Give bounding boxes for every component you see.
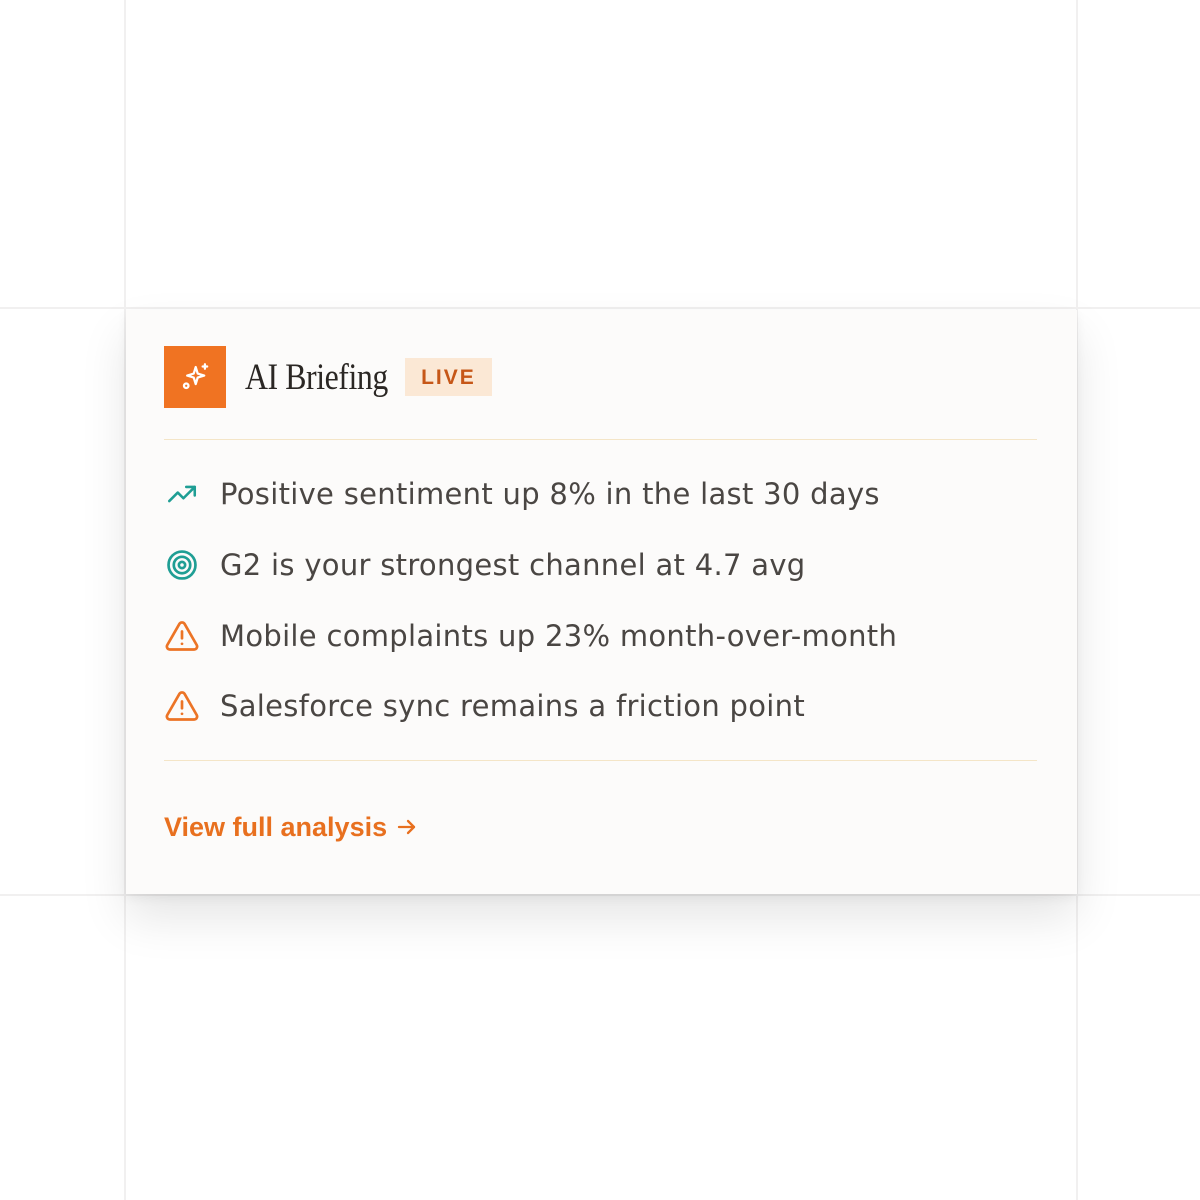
live-badge: LIVE <box>405 358 492 396</box>
insight-text: G2 is your strongest channel at 4.7 avg <box>220 548 806 582</box>
insight-text: Mobile complaints up 23% month-over-mont… <box>220 619 898 653</box>
warning-icon <box>165 691 199 721</box>
briefing-title: AI Briefing <box>245 356 388 398</box>
layout-guide <box>0 894 1200 896</box>
divider <box>164 760 1037 761</box>
insight-text: Salesforce sync remains a friction point <box>220 689 806 723</box>
insight-text: Positive sentiment up 8% in the last 30 … <box>220 477 880 511</box>
insight-item: Positive sentiment up 8% in the last 30 … <box>164 474 1037 514</box>
trending-up-icon <box>167 485 197 503</box>
briefing-logo <box>164 346 226 408</box>
insight-item: Mobile complaints up 23% month-over-mont… <box>164 616 1037 656</box>
warning-icon <box>165 621 199 651</box>
layout-guide <box>0 307 1200 309</box>
arrow-right-icon <box>397 819 416 835</box>
view-full-analysis-link[interactable]: View full analysis <box>164 808 419 846</box>
cta-label: View full analysis <box>164 811 388 842</box>
insight-item: G2 is your strongest channel at 4.7 avg <box>164 545 1037 585</box>
insight-item: Salesforce sync remains a friction point <box>164 686 1037 726</box>
target-icon <box>167 550 197 580</box>
ai-briefing-card: AI Briefing LIVE Positive sentiment up 8… <box>126 310 1077 894</box>
sparkle-icon <box>182 363 209 390</box>
card-header: AI Briefing LIVE <box>164 346 1037 408</box>
divider <box>164 439 1037 440</box>
